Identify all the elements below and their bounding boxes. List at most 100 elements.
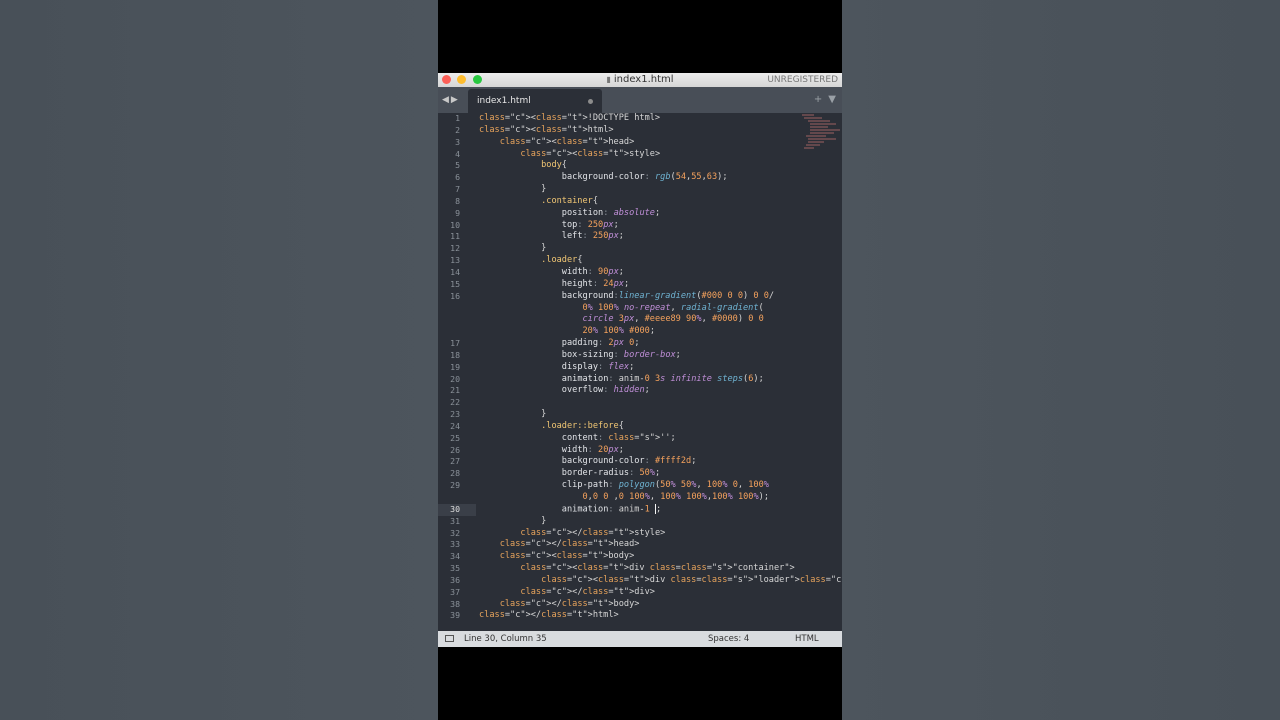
line-number	[438, 314, 476, 326]
code-line[interactable]	[479, 397, 798, 409]
line-number: 26	[450, 444, 460, 455]
code-line[interactable]: class="c"></class="t">style>	[479, 528, 798, 540]
code-line[interactable]: width: 20px;	[479, 445, 798, 457]
line-number: 16	[450, 290, 460, 301]
line-number: 20	[450, 373, 460, 384]
line-number: 24	[450, 420, 460, 431]
line-number	[438, 326, 476, 338]
code-line[interactable]: }	[479, 409, 798, 421]
line-number: 28	[450, 468, 460, 479]
code-line[interactable]: class="c"><class="t">html>	[479, 125, 798, 137]
code-line[interactable]: left: 250px;	[479, 231, 798, 243]
code-line[interactable]: 20% 100% #000;	[479, 326, 798, 338]
line-number: 22	[450, 397, 460, 408]
code-line[interactable]: class="c"><class="t">head>	[479, 137, 798, 149]
code-line[interactable]: display: flex;	[479, 362, 798, 374]
window-title-text: index1.html	[613, 74, 674, 85]
code-line[interactable]: padding: 2px 0;	[479, 338, 798, 350]
line-number: 37	[450, 586, 460, 597]
video-frame: ▮ index1.html UNREGISTERED ◀▶ index1.html…	[438, 0, 842, 720]
line-number: 6	[455, 172, 460, 183]
line-number: 25	[450, 432, 460, 443]
line-number: 39	[450, 610, 460, 621]
code-line[interactable]: class="c"><class="t">!DOCTYPE html>	[479, 113, 798, 125]
line-number: 11	[450, 231, 460, 242]
plus-icon[interactable]: +	[814, 94, 822, 105]
code-line[interactable]: background:linear-gradient(#000 0 0) 0 0…	[479, 291, 798, 303]
code-line[interactable]: .loader::before{	[479, 421, 798, 433]
syntax-mode[interactable]: HTML	[795, 631, 819, 647]
line-number	[438, 492, 476, 504]
tab-bar: ◀▶ index1.html + ▼	[438, 87, 842, 113]
code-line[interactable]: animation: anim-0 3s infinite steps(6);	[479, 374, 798, 386]
line-number: 13	[450, 255, 460, 266]
tab-index1-html[interactable]: index1.html	[468, 89, 602, 113]
code-line[interactable]: height: 24px;	[479, 279, 798, 291]
code-line[interactable]: box-sizing: border-box;	[479, 350, 798, 362]
code-line[interactable]: class="c"><class="t">div class=class="s"…	[479, 563, 798, 575]
code-line[interactable]: animation: anim-1 ;	[479, 503, 798, 516]
tab-actions: + ▼	[808, 87, 836, 113]
code-line[interactable]: .loader{	[479, 255, 798, 267]
line-number: 12	[450, 243, 460, 254]
line-number: 30	[438, 503, 476, 516]
editor-window: ▮ index1.html UNREGISTERED ◀▶ index1.html…	[438, 73, 842, 647]
code-line[interactable]: class="c"></class="t">html>	[479, 610, 798, 622]
code-line[interactable]: class="c"><class="t">div class=class="s"…	[479, 575, 842, 587]
code-line[interactable]: }	[479, 516, 798, 528]
code-line[interactable]: class="c"><class="t">body>	[479, 551, 798, 563]
panel-icon[interactable]	[445, 635, 454, 642]
code-line[interactable]: body{	[479, 160, 798, 172]
line-number: 19	[450, 361, 460, 372]
code-line[interactable]: clip-path: polygon(50% 50%, 100% 0, 100%	[479, 480, 798, 492]
code-area[interactable]: class="c"><class="t">!DOCTYPE html> class…	[479, 113, 842, 622]
line-number: 3	[455, 136, 460, 147]
code-line[interactable]: }	[479, 184, 798, 196]
chevron-down-icon[interactable]: ▼	[828, 94, 836, 105]
line-number: 18	[450, 349, 460, 360]
code-line[interactable]: class="c"></class="t">body>	[479, 599, 798, 611]
line-number: 4	[455, 148, 460, 159]
code-line[interactable]: class="c"></class="t">div>	[479, 587, 798, 599]
minimap[interactable]	[800, 113, 842, 193]
code-line[interactable]: 0% 100% no-repeat, radial-gradient(	[479, 303, 798, 315]
line-number: 35	[450, 563, 460, 574]
code-line[interactable]: width: 90px;	[479, 267, 798, 279]
title-bar: ▮ index1.html UNREGISTERED	[438, 73, 842, 87]
text-cursor	[654, 503, 656, 514]
line-number: 32	[450, 527, 460, 538]
code-line[interactable]: background-color: rgb(54,55,63);	[479, 172, 798, 184]
code-line[interactable]: circle 3px, #eeee89 90%, #0000) 0 0	[479, 314, 798, 326]
background-right	[842, 0, 1280, 720]
line-number: 21	[450, 385, 460, 396]
code-line[interactable]: }	[479, 243, 798, 255]
code-line[interactable]: background-color: #ffff2d;	[479, 456, 798, 468]
line-number	[438, 303, 476, 315]
code-line[interactable]: 0,0 0 ,0 100%, 100% 100%,100% 100%);	[479, 492, 798, 504]
line-number: 29	[450, 480, 460, 491]
code-editor[interactable]: 1 2 3 4 5 6 7 8 9 10 11 12 13 14 15 16 17 18 19 20 21 22 23 24 2…	[438, 113, 842, 631]
line-number: 33	[450, 539, 460, 550]
code-line[interactable]: overflow: hidden;	[479, 385, 798, 397]
registration-label: UNREGISTERED	[767, 75, 838, 85]
line-number-gutter: 1 2 3 4 5 6 7 8 9 10 11 12 13 14 15 16 17 18 19 20 21 22 23 24 2…	[438, 113, 476, 631]
modified-dot-icon[interactable]	[588, 99, 593, 104]
background-left	[0, 0, 438, 720]
line-number: 31	[450, 515, 460, 526]
code-line[interactable]: position: absolute;	[479, 208, 798, 220]
line-number: 38	[450, 598, 460, 609]
line-number: 5	[455, 160, 460, 171]
code-line[interactable]: top: 250px;	[479, 220, 798, 232]
nav-arrows-icon[interactable]: ◀▶	[442, 87, 460, 113]
file-icon: ▮	[606, 75, 611, 84]
line-number: 14	[450, 266, 460, 277]
code-line[interactable]: class="c"><class="t">style>	[479, 149, 798, 161]
code-line[interactable]: class="c"></class="t">head>	[479, 539, 798, 551]
line-number: 15	[450, 278, 460, 289]
line-number: 27	[450, 456, 460, 467]
indentation-setting[interactable]: Spaces: 4	[708, 631, 749, 647]
code-line[interactable]: .container{	[479, 196, 798, 208]
code-line[interactable]: border-radius: 50%;	[479, 468, 798, 480]
cursor-position: Line 30, Column 35	[464, 634, 547, 644]
code-line[interactable]: content: class="s">'';	[479, 433, 798, 445]
